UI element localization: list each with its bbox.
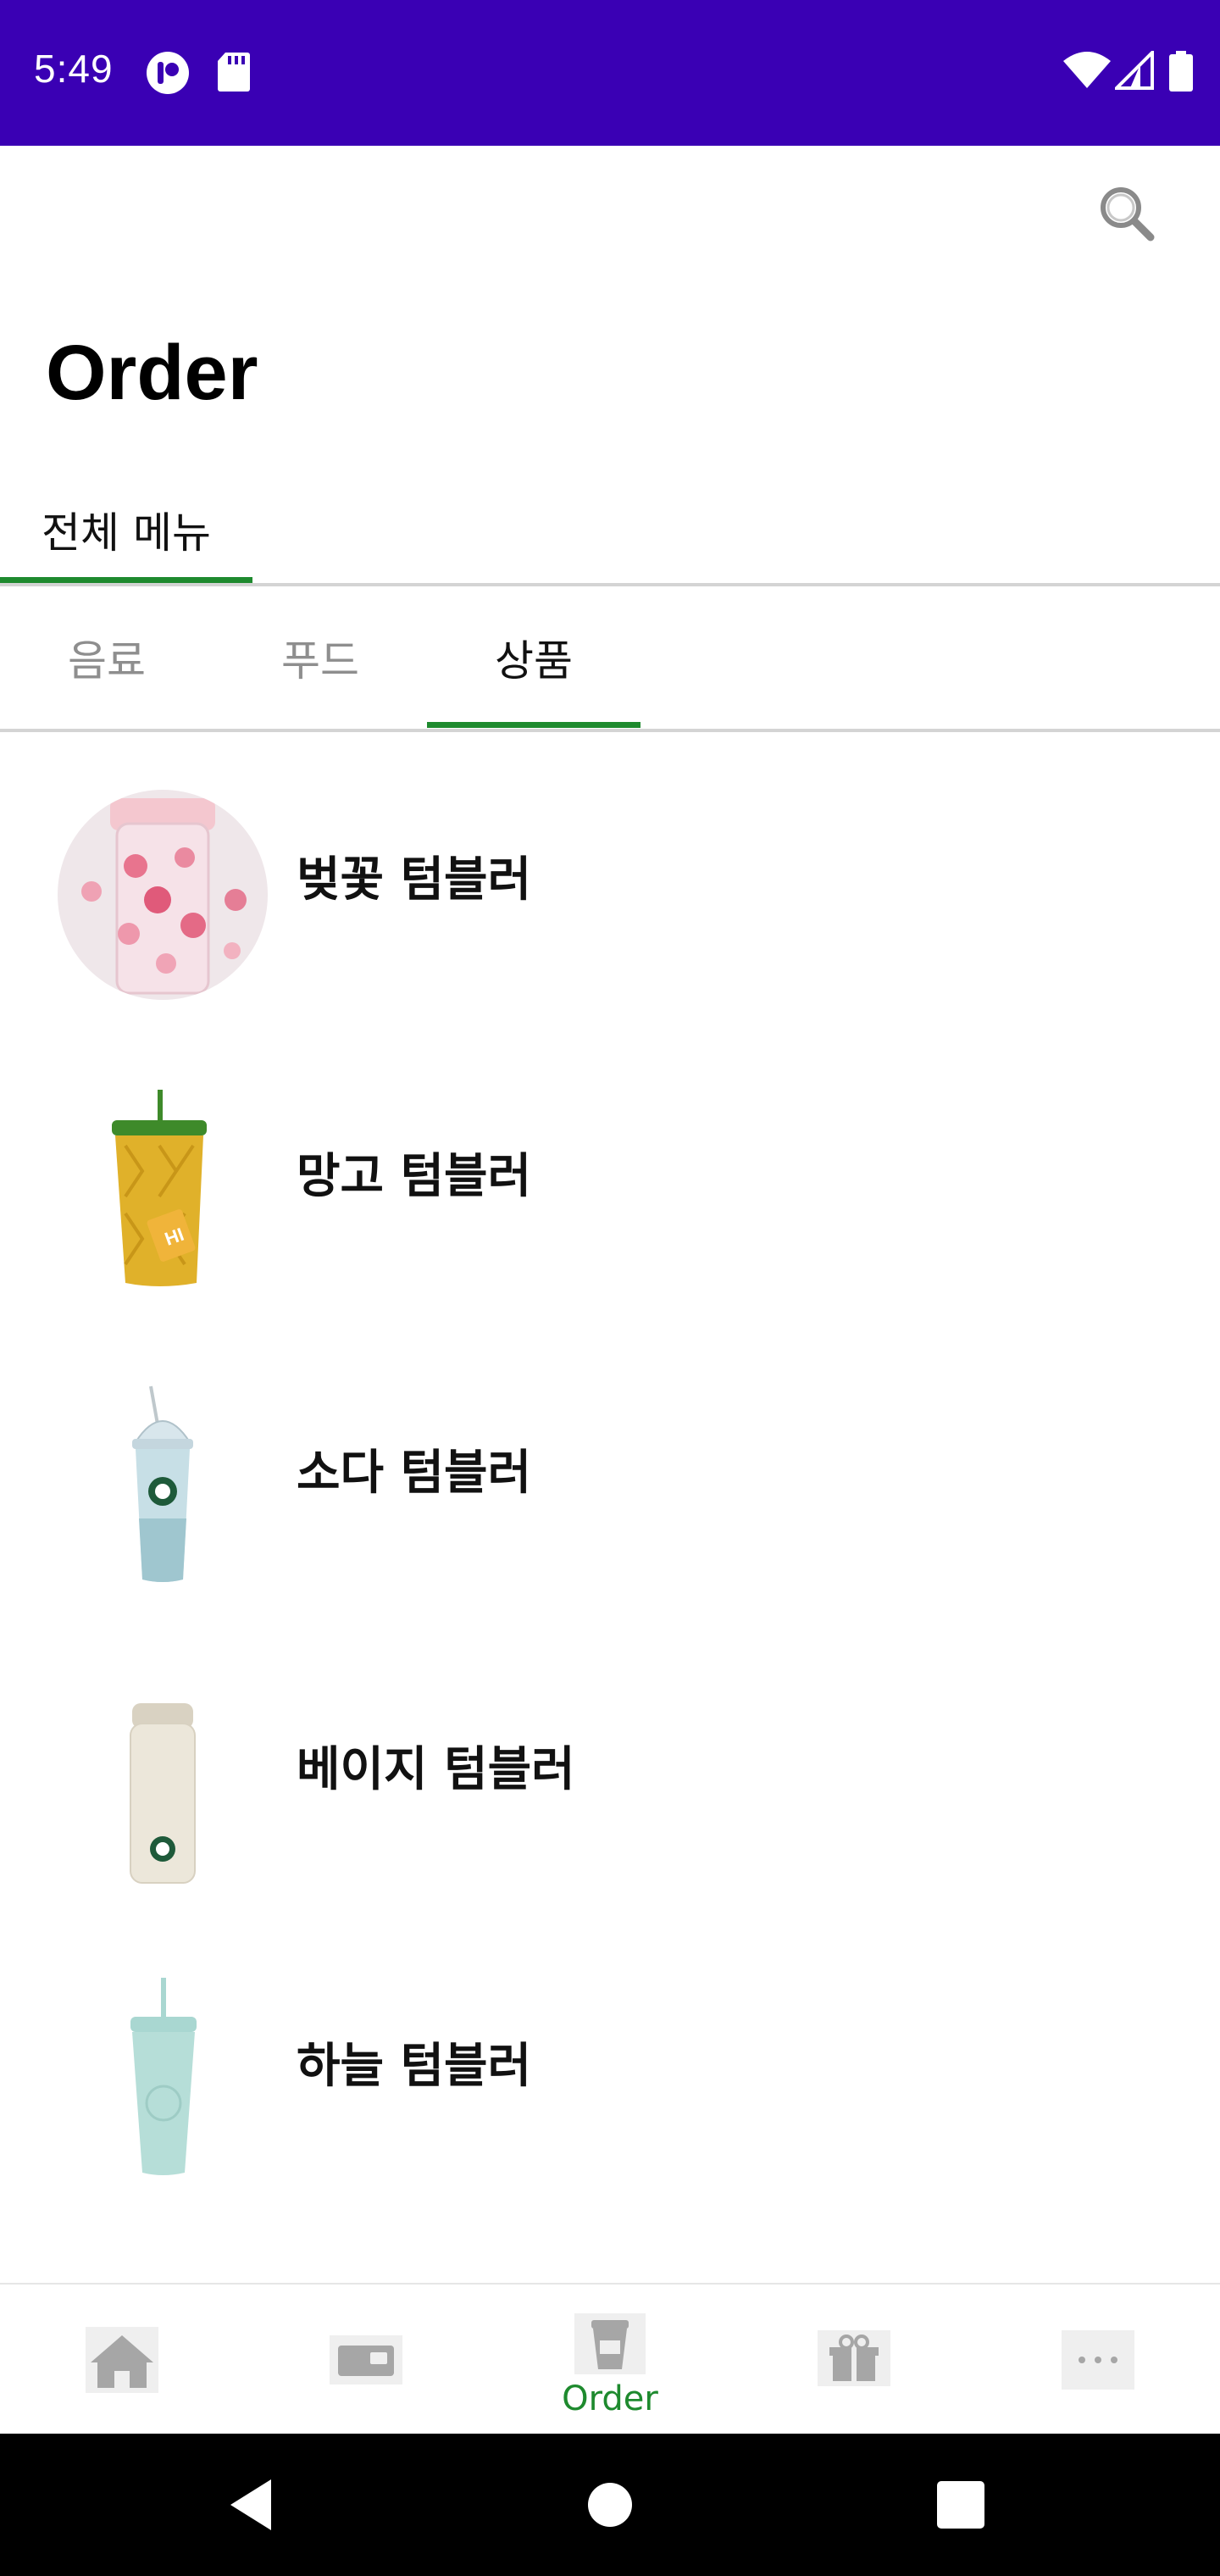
wifi-icon — [1063, 52, 1111, 88]
recents-icon[interactable] — [930, 2474, 991, 2535]
system-nav-bar — [0, 2434, 1220, 2576]
mango-tumbler-image: HI — [112, 1090, 207, 1286]
beige-tumbler-image — [130, 1703, 196, 1884]
sd-card-icon — [218, 53, 250, 92]
status-bar: 5:49 — [0, 0, 1220, 146]
search-icon — [1101, 187, 1155, 242]
list-item[interactable]: HI 망고 텀블러 — [0, 1029, 1220, 1325]
product-name: 베이지 텀블러 — [297, 1742, 575, 1797]
back-icon[interactable] — [224, 2474, 285, 2535]
product-list: 벚꽃 텀블러 HI 망고 텀블러 소다 텀블러 베이지 텀블러 하늘 텀블러 — [0, 732, 1220, 2283]
nav-gift[interactable] — [732, 2285, 976, 2435]
app-bar — [0, 146, 1220, 298]
list-item[interactable]: 소다 텀블러 — [0, 1325, 1220, 1622]
soda-tumbler-image — [132, 1385, 193, 1582]
gift-icon — [818, 2330, 890, 2386]
nav-pay[interactable] — [244, 2285, 488, 2435]
tab-all-menu[interactable]: 전체 메뉴 — [0, 475, 252, 585]
nav-order-label: Order — [562, 2379, 658, 2418]
home-button-icon[interactable] — [580, 2474, 640, 2535]
page-title: Order — [46, 330, 258, 416]
cherry-blossom-tumbler-image — [58, 790, 268, 1000]
battery-icon — [1169, 51, 1193, 92]
nav-home[interactable] — [0, 2285, 244, 2435]
bottom-nav: Order — [0, 2283, 1220, 2434]
pay-card-icon — [330, 2335, 402, 2384]
tab-indicator — [427, 722, 640, 728]
sky-tumbler-image — [130, 1978, 197, 2175]
cell-signal-icon — [1115, 51, 1154, 90]
tab-indicator — [0, 577, 252, 583]
product-image — [58, 2273, 268, 2283]
home-icon — [86, 2327, 158, 2393]
tab-goods[interactable]: 상품 — [427, 586, 640, 729]
product-name: 소다 텀블러 — [297, 1446, 532, 1501]
product-name: 망고 텀블러 — [297, 1149, 532, 1204]
category-tabs: 음료 푸드 상품 — [0, 586, 1220, 729]
list-item[interactable]: 베이지 텀블러 — [0, 1622, 1220, 1918]
app-notification-icon — [147, 52, 189, 94]
nav-order[interactable]: Order — [488, 2285, 732, 2435]
order-cup-icon — [574, 2313, 646, 2374]
more-icon — [1062, 2330, 1134, 2390]
product-name: 벚꽃 텀블러 — [297, 852, 532, 908]
status-time: 5:49 — [34, 47, 114, 91]
search-button[interactable] — [1093, 180, 1161, 247]
tab-drinks[interactable]: 음료 — [0, 586, 214, 729]
list-item[interactable]: 하늘 텀블러 — [0, 1918, 1220, 2215]
list-item[interactable]: 벚꽃 텀블러 — [0, 732, 1220, 1029]
tab-food[interactable]: 푸드 — [214, 586, 427, 729]
product-name: 하늘 텀블러 — [297, 2039, 532, 2094]
nav-more[interactable] — [976, 2285, 1220, 2435]
list-item[interactable] — [0, 2215, 1220, 2283]
